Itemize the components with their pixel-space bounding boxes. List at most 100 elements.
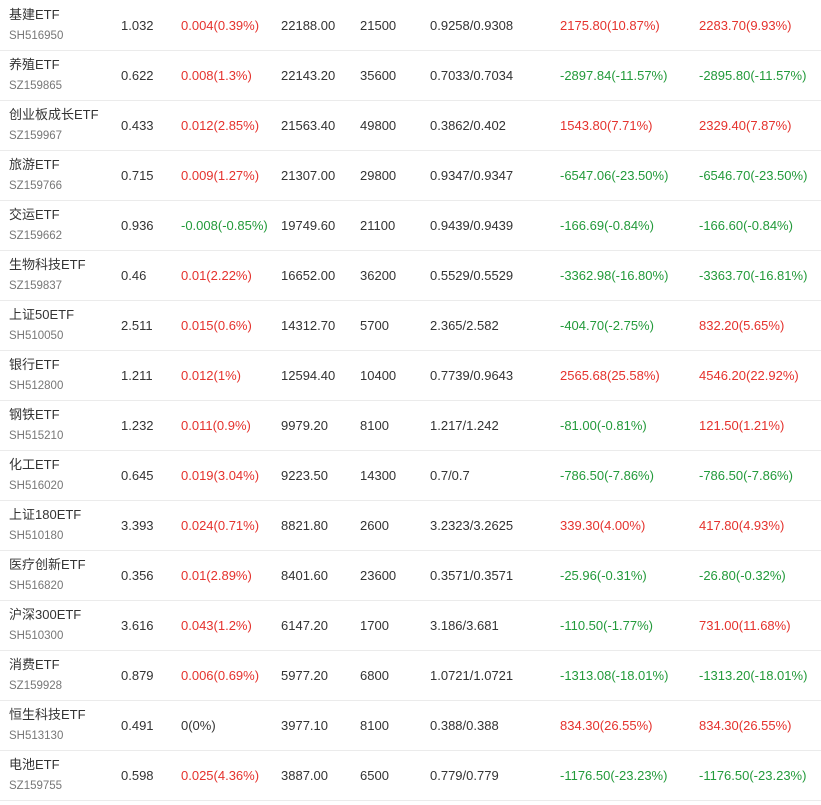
fund-name-cell[interactable]: 旅游ETF SZ159766 <box>9 151 62 200</box>
table-row[interactable]: 电池ETF SZ159755 0.598 0.025(4.36%) 3887.0… <box>0 751 821 801</box>
fund-name[interactable]: 化工ETF <box>9 457 60 473</box>
cost-price-range: 0.9258/0.9308 <box>430 17 514 33</box>
holding-volume: 6800 <box>360 668 389 683</box>
total-profit: 832.20(5.65%) <box>699 318 785 333</box>
holding-volume: 5700 <box>360 318 389 333</box>
market-value: 8821.80 <box>281 518 328 533</box>
total-profit: 4546.20(22.92%) <box>699 368 799 383</box>
fund-name[interactable]: 银行ETF <box>9 357 60 373</box>
fund-name[interactable]: 上证50ETF <box>9 307 74 323</box>
fund-name[interactable]: 生物科技ETF <box>9 257 86 273</box>
fund-name-cell[interactable]: 消费ETF SZ159928 <box>9 651 62 700</box>
holding-volume: 10400 <box>360 368 397 383</box>
fund-name-cell[interactable]: 银行ETF SH512800 <box>9 351 63 400</box>
table-row[interactable]: 沪深300ETF SH510300 3.616 0.043(1.2%) 6147… <box>0 601 821 651</box>
floating-profit: 2175.80(10.87%) <box>560 17 660 33</box>
floating-profit: -166.69(-0.84%) <box>560 218 654 233</box>
fund-code: SH516820 <box>9 580 64 592</box>
fund-code: SZ159662 <box>9 230 63 242</box>
table-row[interactable]: 医疗创新ETF SH516820 0.356 0.01(2.89%) 8401.… <box>0 551 821 601</box>
fund-name-cell[interactable]: 恒生科技ETF SH513130 <box>9 701 86 750</box>
floating-profit: -404.70(-2.75%) <box>560 318 654 333</box>
table-row[interactable]: 创业板成长ETF SZ159967 0.433 0.012(2.85%) 215… <box>0 101 821 151</box>
fund-name[interactable]: 沪深300ETF <box>9 607 81 623</box>
table-row[interactable]: 钢铁ETF SH515210 1.232 0.011(0.9%) 9979.20… <box>0 401 821 451</box>
fund-name[interactable]: 交运ETF <box>9 207 60 223</box>
fund-code: SH516950 <box>9 29 64 42</box>
total-profit: -26.80(-0.32%) <box>699 568 786 583</box>
price-change: 0.043(1.2%) <box>181 618 252 633</box>
floating-profit: -1313.08(-18.01%) <box>560 668 669 683</box>
table-row[interactable]: 生物科技ETF SZ159837 0.46 0.01(2.22%) 16652.… <box>0 251 821 301</box>
fund-name-cell[interactable]: 养殖ETF SZ159865 <box>9 51 62 100</box>
total-profit: -1176.50(-23.23%) <box>699 768 807 783</box>
fund-name-cell[interactable]: 创业板成长ETF SZ159967 <box>9 101 99 150</box>
cost-price-range: 0.779/0.779 <box>430 768 499 783</box>
fund-name-cell[interactable]: 上证50ETF SH510050 <box>9 301 74 350</box>
price-change: 0.011(0.9%) <box>181 418 251 433</box>
price-change: 0.01(2.89%) <box>181 568 252 583</box>
total-profit: -166.60(-0.84%) <box>699 218 793 233</box>
table-row[interactable]: 养殖ETF SZ159865 0.622 0.008(1.3%) 22143.2… <box>0 51 821 101</box>
fund-name[interactable]: 上证180ETF <box>9 507 81 523</box>
market-value: 22188.00 <box>281 17 336 33</box>
table-row[interactable]: 化工ETF SH516020 0.645 0.019(3.04%) 9223.5… <box>0 451 821 501</box>
fund-code: SZ159755 <box>9 780 63 792</box>
cost-price-range: 0.5529/0.5529 <box>430 268 514 283</box>
fund-code: SH510300 <box>9 630 64 642</box>
fund-name-cell[interactable]: 沪深300ETF SH510300 <box>9 601 81 650</box>
fund-name-cell[interactable]: 基建ETF SH516950 <box>9 0 63 50</box>
fund-name-cell[interactable]: 生物科技ETF SZ159837 <box>9 251 86 300</box>
table-row[interactable]: 上证50ETF SH510050 2.511 0.015(0.6%) 14312… <box>0 301 821 351</box>
table-row[interactable]: 银行ETF SH512800 1.211 0.012(1%) 12594.40 … <box>0 351 821 401</box>
table-row[interactable]: 上证180ETF SH510180 3.393 0.024(0.71%) 882… <box>0 501 821 551</box>
current-price: 0.433 <box>121 118 154 133</box>
price-change: 0.009(1.27%) <box>181 168 260 183</box>
floating-profit: -2897.84(-11.57%) <box>560 68 668 83</box>
fund-name-cell[interactable]: 电池ETF SZ159755 <box>9 751 62 800</box>
table-row[interactable]: 交运ETF SZ159662 0.936 -0.008(-0.85%) 1974… <box>0 201 821 251</box>
fund-name[interactable]: 养殖ETF <box>9 57 60 73</box>
floating-profit: -1176.50(-23.23%) <box>560 768 668 783</box>
total-profit: 834.30(26.55%) <box>699 718 792 733</box>
fund-name[interactable]: 电池ETF <box>9 757 60 773</box>
fund-name[interactable]: 创业板成长ETF <box>9 107 99 123</box>
floating-profit: -81.00(-0.81%) <box>560 418 647 433</box>
holding-volume: 49800 <box>360 118 397 133</box>
floating-profit: -786.50(-7.86%) <box>560 468 654 483</box>
fund-name[interactable]: 消费ETF <box>9 657 60 673</box>
fund-code: SZ159967 <box>9 130 63 142</box>
total-profit: -2895.80(-11.57%) <box>699 68 807 83</box>
table-row[interactable]: 旅游ETF SZ159766 0.715 0.009(1.27%) 21307.… <box>0 151 821 201</box>
market-value: 12594.40 <box>281 368 336 383</box>
table-row[interactable]: 基建ETF SH516950 1.032 0.004(0.39%) 22188.… <box>0 0 821 51</box>
cost-price-range: 0.3571/0.3571 <box>430 568 514 583</box>
cost-price-range: 0.3862/0.402 <box>430 118 506 133</box>
holding-volume: 8100 <box>360 718 389 733</box>
floating-profit: -6547.06(-23.50%) <box>560 168 669 183</box>
floating-profit: -3362.98(-16.80%) <box>560 268 669 283</box>
market-value: 21563.40 <box>281 118 336 133</box>
market-value: 16652.00 <box>281 268 336 283</box>
fund-name-cell[interactable]: 医疗创新ETF SH516820 <box>9 551 86 600</box>
fund-name[interactable]: 钢铁ETF <box>9 407 60 423</box>
total-profit: -786.50(-7.86%) <box>699 468 793 483</box>
fund-name-cell[interactable]: 上证180ETF SH510180 <box>9 501 81 550</box>
fund-name[interactable]: 恒生科技ETF <box>9 707 86 723</box>
fund-code: SZ159865 <box>9 80 63 92</box>
fund-name[interactable]: 基建ETF <box>9 7 60 23</box>
fund-name-cell[interactable]: 化工ETF SH516020 <box>9 451 63 500</box>
price-change: 0(0%) <box>181 718 216 733</box>
holding-volume: 8100 <box>360 418 389 433</box>
fund-name[interactable]: 旅游ETF <box>9 157 60 173</box>
fund-name-cell[interactable]: 钢铁ETF SH515210 <box>9 401 63 450</box>
cost-price-range: 0.9439/0.9439 <box>430 218 514 233</box>
table-row[interactable]: 消费ETF SZ159928 0.879 0.006(0.69%) 5977.2… <box>0 651 821 701</box>
table-row[interactable]: 恒生科技ETF SH513130 0.491 0(0%) 3977.10 810… <box>0 701 821 751</box>
fund-name-cell[interactable]: 交运ETF SZ159662 <box>9 201 62 250</box>
floating-profit: 834.30(26.55%) <box>560 718 653 733</box>
holding-volume: 36200 <box>360 268 397 283</box>
current-price: 1.232 <box>121 418 154 433</box>
fund-name[interactable]: 医疗创新ETF <box>9 557 86 573</box>
price-change: 0.006(0.69%) <box>181 668 260 683</box>
